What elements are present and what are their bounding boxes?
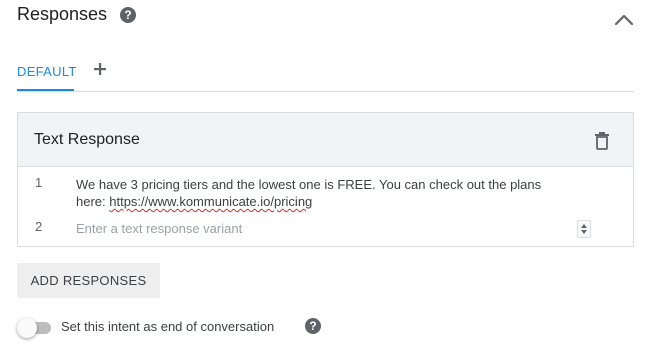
row-number: 1 [35,175,43,190]
end-conversation-toggle[interactable] [17,318,53,338]
response-variant-input[interactable] [76,219,576,237]
tabs-divider [17,91,634,92]
response-text[interactable]: We have 3 pricing tiers and the lowest o… [76,176,576,210]
text-response-card: Text Response 1 We have 3 pricing tiers … [17,112,634,247]
add-tab-button[interactable] [92,61,108,77]
end-conversation-label: Set this intent as end of conversation [61,319,275,334]
help-circle-icon[interactable]: ? [305,318,321,334]
chevron-up-icon [614,14,634,26]
response-text-prefix: here: [76,194,110,209]
response-text-line1: We have 3 pricing tiers and the lowest o… [76,177,542,192]
responses-section: Responses ? DEFAULT Text Response 1 We h… [0,0,659,357]
add-responses-button[interactable]: ADD RESPONSES [17,263,160,298]
delete-button[interactable] [594,132,610,150]
tab-default[interactable]: DEFAULT [17,64,77,79]
card-title: Text Response [34,131,140,148]
response-text-link: https://www.kommunicate.io/pricing [109,194,313,209]
toggle-knob [17,318,37,338]
variant-spinner[interactable] [577,220,591,238]
trash-icon [595,132,609,150]
spinner-arrows-icon [581,224,587,234]
help-circle-icon[interactable]: ? [120,7,136,23]
section-title: Responses [17,4,108,24]
plus-icon [94,63,106,75]
card-header: Text Response [18,113,633,167]
collapse-button[interactable] [612,10,636,30]
row-number: 2 [35,219,43,234]
